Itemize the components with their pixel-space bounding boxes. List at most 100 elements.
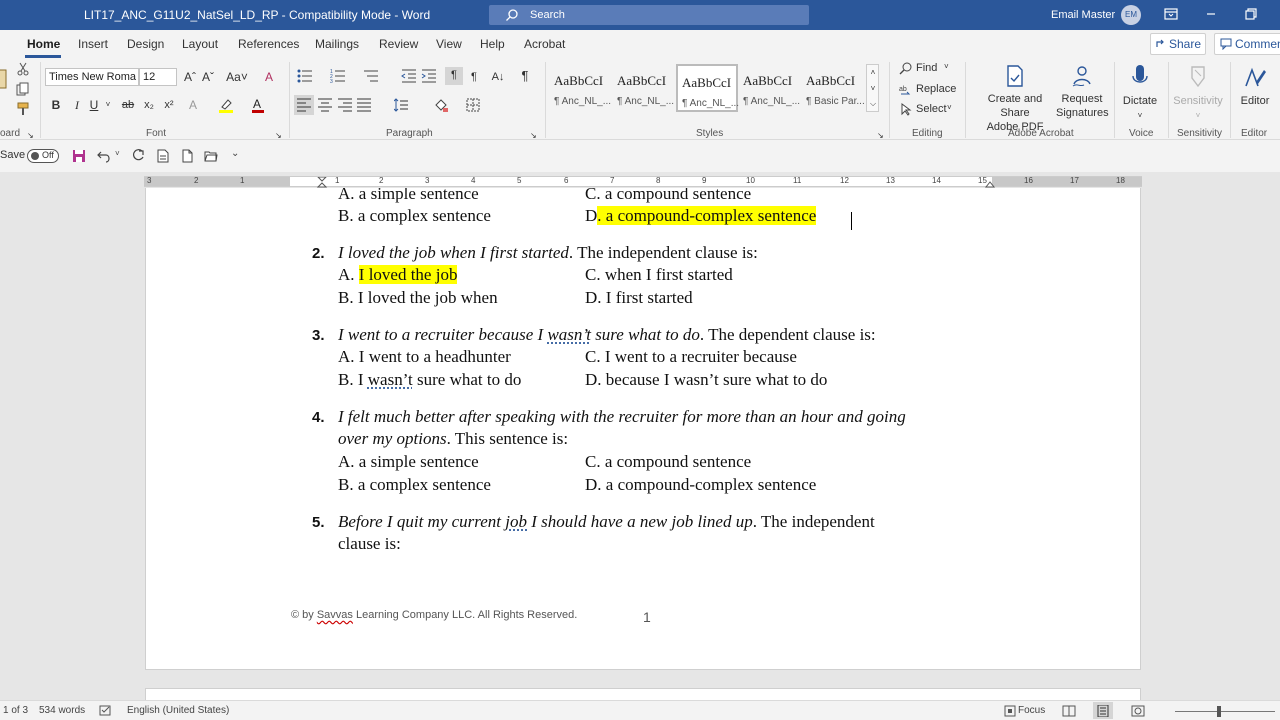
subscript-icon[interactable]: x₂ <box>142 97 156 113</box>
style-anc-nl-3[interactable]: AaBbCcI ¶ Anc_NL_... <box>676 64 739 112</box>
increase-indent-icon[interactable] <box>421 69 437 83</box>
tab-insert[interactable]: Insert <box>78 37 108 51</box>
tab-design[interactable]: Design <box>127 37 164 51</box>
group-label-voice: Voice <box>1129 128 1154 139</box>
align-right-icon[interactable] <box>338 98 352 112</box>
font-size-dropdown[interactable]: 12 <box>139 68 177 86</box>
dictate-button[interactable]: Dictate ˅ <box>1120 64 1160 123</box>
text-effects-icon[interactable]: A <box>186 97 200 113</box>
request-signatures-button[interactable]: Request Signatures <box>1056 64 1109 120</box>
rtl-icon[interactable]: ¶ <box>467 69 481 85</box>
grow-font-icon[interactable]: Aˆ <box>183 69 197 85</box>
multilevel-list-icon[interactable] <box>363 69 379 83</box>
question-text: . The dependent clause is: <box>699 325 876 344</box>
font-color-icon[interactable]: A <box>251 97 265 113</box>
redo-icon[interactable] <box>131 149 145 163</box>
style-anc-nl-1[interactable]: AaBbCcI ¶ Anc_NL_... <box>550 64 612 112</box>
select-button[interactable]: Select ˅ <box>899 102 959 118</box>
superscript-icon[interactable]: x² <box>162 97 176 113</box>
strikethrough-icon[interactable]: ab <box>119 97 137 113</box>
change-case-icon[interactable]: Aa˅ <box>225 69 249 85</box>
print-layout-button[interactable] <box>1093 702 1113 719</box>
tab-view[interactable]: View <box>436 37 462 51</box>
undo-icon[interactable] <box>97 149 111 163</box>
bullets-icon[interactable] <box>297 69 313 83</box>
ltr-icon[interactable]: ¶ <box>445 67 463 85</box>
cut-icon[interactable] <box>16 62 30 76</box>
chevron-up-icon: ˄ <box>870 68 876 77</box>
language[interactable]: English (United States) <box>127 705 229 716</box>
web-layout-icon[interactable] <box>1131 705 1145 717</box>
style-anc-nl-4[interactable]: AaBbCcI ¶ Anc_NL_... <box>739 64 801 112</box>
right-indent-marker-icon[interactable] <box>984 180 996 188</box>
zoom-slider-thumb[interactable] <box>1217 706 1221 717</box>
clear-formatting-icon[interactable]: A <box>262 69 276 85</box>
bold-icon[interactable]: B <box>49 97 63 113</box>
user-name[interactable]: Email Master <box>1051 9 1115 21</box>
create-share-pdf-button[interactable]: Create and Share Adobe PDF <box>972 64 1058 134</box>
format-painter-icon[interactable] <box>16 102 30 116</box>
numbering-icon[interactable]: 123 <box>330 69 346 83</box>
document-page[interactable]: A. a simple sentence C. a compound sente… <box>145 188 1141 670</box>
restore-icon[interactable] <box>1243 6 1259 22</box>
tab-mailings[interactable]: Mailings <box>315 37 359 51</box>
sensitivity-button[interactable]: Sensitivity ˅ <box>1172 64 1224 123</box>
question-5-prompt: Before I quit my current job I should ha… <box>338 512 875 532</box>
find-button[interactable]: Find ˅ <box>899 61 959 77</box>
read-mode-icon[interactable] <box>1062 705 1076 717</box>
highlight-icon[interactable] <box>218 97 234 113</box>
search-box[interactable]: Search <box>489 5 809 25</box>
styles-scroll[interactable]: ˄ ˅ ⌵ <box>866 64 879 112</box>
zoom-slider[interactable] <box>1175 711 1275 712</box>
replace-button[interactable]: ab Replace <box>899 82 959 98</box>
word-count[interactable]: 534 words <box>39 705 85 716</box>
align-center-icon[interactable] <box>318 98 332 112</box>
new-document-icon[interactable] <box>180 149 194 163</box>
tab-acrobat[interactable]: Acrobat <box>524 37 565 51</box>
line-spacing-icon[interactable] <box>394 98 408 112</box>
tab-help[interactable]: Help <box>480 37 505 51</box>
paste-icon[interactable] <box>0 68 8 90</box>
proofing-icon[interactable] <box>99 705 112 717</box>
document-title: LIT17_ANC_G11U2_NatSel_LD_RP - Compatibi… <box>84 8 431 22</box>
page-count[interactable]: 1 of 3 <box>3 705 28 716</box>
sort-icon[interactable]: A↓ <box>491 69 505 85</box>
underline-dropdown-icon[interactable]: ˅ <box>103 97 113 113</box>
customize-qat-icon[interactable]: ⌄ <box>231 148 239 159</box>
italic-icon[interactable]: I <box>70 97 84 113</box>
focus-icon[interactable] <box>1004 705 1016 717</box>
indent-marker-icon[interactable] <box>314 177 330 188</box>
ruler-number: 14 <box>932 176 941 185</box>
horizontal-ruler[interactable]: 3 2 1 1 1 2 3 4 5 6 7 8 9 10 11 12 13 14… <box>144 176 1142 188</box>
focus-label[interactable]: Focus <box>1018 705 1045 716</box>
autosave-toggle[interactable]: Off <box>27 149 59 163</box>
copy-icon[interactable] <box>16 82 30 96</box>
font-name-dropdown[interactable]: Times New Roma <box>45 68 139 86</box>
tab-references[interactable]: References <box>238 37 299 51</box>
underline-icon[interactable]: U <box>87 97 101 113</box>
style-basic-par[interactable]: AaBbCcI ¶ Basic Par... <box>802 64 865 112</box>
tab-home[interactable]: Home <box>27 37 60 51</box>
new-from-template-icon[interactable] <box>156 149 170 163</box>
undo-dropdown-icon[interactable]: ˅ <box>115 149 120 158</box>
editor-button[interactable]: Editor <box>1234 64 1276 108</box>
shrink-font-icon[interactable]: Aˇ <box>201 69 215 85</box>
justify-icon[interactable] <box>357 98 371 112</box>
show-formatting-icon[interactable]: ¶ <box>518 68 532 84</box>
shading-icon[interactable] <box>434 98 448 112</box>
style-anc-nl-2[interactable]: AaBbCcI ¶ Anc_NL_... <box>613 64 675 112</box>
avatar[interactable]: EM <box>1121 5 1141 25</box>
tab-layout[interactable]: Layout <box>182 37 218 51</box>
pdf-icon <box>1007 65 1023 87</box>
open-folder-icon[interactable] <box>204 149 218 163</box>
save-icon[interactable] <box>72 149 86 163</box>
align-left-button[interactable] <box>294 95 314 115</box>
borders-icon[interactable] <box>466 98 480 112</box>
ribbon-display-icon[interactable] <box>1163 6 1179 22</box>
decrease-indent-icon[interactable] <box>401 69 417 83</box>
minimize-icon[interactable] <box>1203 6 1219 22</box>
highlighted-answer: I loved the job <box>358 265 458 284</box>
tab-review[interactable]: Review <box>379 37 418 51</box>
share-button[interactable]: Share <box>1150 33 1206 55</box>
comments-button[interactable]: Commen <box>1214 33 1280 55</box>
